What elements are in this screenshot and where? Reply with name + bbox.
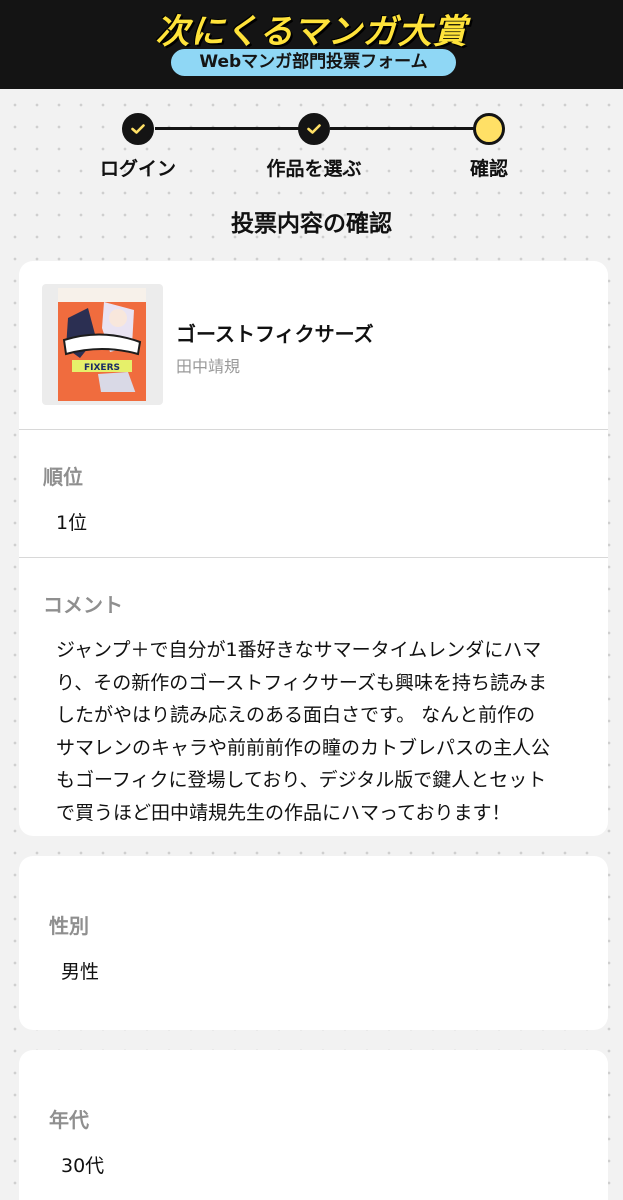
age-label: 年代 (49, 1108, 89, 1132)
step-select-indicator (298, 113, 330, 145)
section-divider (19, 557, 608, 558)
comment-line: ジャンプ＋で自分が1番好きなサマータイムレンダにハマ (56, 639, 542, 661)
comment-line: したがやはり読み応えのある面白さです。 なんと前作の (56, 704, 536, 726)
comment-line: サマレンのキャラや前前前作の瞳のカトブレパスの主人公 (56, 736, 551, 759)
comment-line: り、その新作のゴーストフィクサーズも興味を持ち読みま (56, 671, 547, 694)
stepper-connector (155, 127, 300, 130)
comment-line: で買うほど田中靖規先生の作品にハマっております！ (56, 801, 511, 824)
form-type-badge: Webマンガ部門投票フォーム (169, 47, 458, 78)
page-title: 投票内容の確認 (231, 211, 392, 237)
app-header: 次にくるマンガ大賞 Webマンガ部門投票フォーム (0, 0, 623, 89)
svg-text:FIXERS: FIXERS (84, 363, 120, 373)
manga-author: 田中靖規 (176, 357, 241, 376)
section-divider (19, 429, 608, 430)
step-confirm-label: 確認 (469, 158, 508, 180)
step-login-label: ログイン (99, 158, 176, 180)
comment-text: ジャンプ＋で自分が1番好きなサマータイムレンダにハマ り、その新作のゴーストフィ… (56, 634, 596, 829)
manga-title: ゴーストフィクサーズ (176, 322, 374, 346)
age-value: 30代 (61, 1155, 105, 1177)
comment-line: もゴーフィクに登場しており、デジタル版で鍵人とセット (56, 769, 547, 791)
brand-logo: 次にくるマンガ大賞 (155, 12, 468, 52)
gender-label: 性別 (49, 914, 89, 938)
check-icon (131, 124, 145, 134)
age-card: 年代 30代 (19, 1050, 608, 1200)
step-select-label: 作品を選ぶ (266, 158, 362, 180)
stepper-connector (330, 127, 474, 130)
rank-label: 順位 (43, 465, 83, 489)
manga-cover-thumbnail: FIXERS (42, 284, 163, 405)
step-confirm-indicator (473, 113, 505, 145)
gender-card: 性別 男性 (19, 856, 608, 1030)
comment-label: コメント (43, 593, 123, 617)
cover-art-image: FIXERS (58, 288, 146, 401)
step-login-indicator (122, 113, 154, 145)
gender-value: 男性 (61, 961, 100, 983)
check-icon (307, 124, 321, 134)
vote-detail-card: FIXERS ゴーストフィクサーズ 田中靖規 順位 1位 コメント ジャンプ＋で… (19, 261, 608, 836)
rank-value: 1位 (56, 512, 88, 534)
